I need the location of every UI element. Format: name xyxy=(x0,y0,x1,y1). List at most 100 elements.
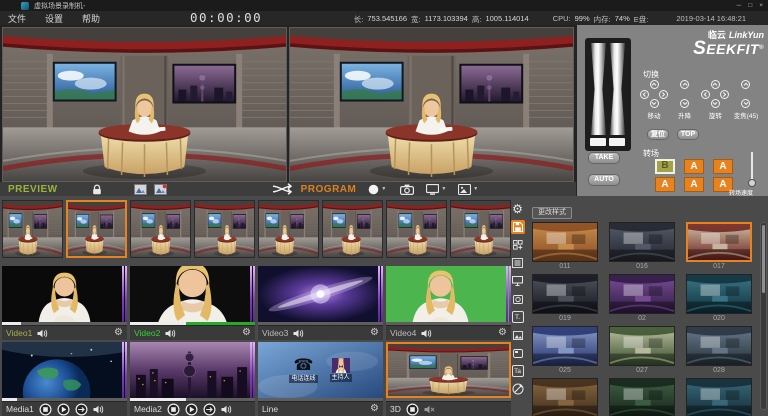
loop-button[interactable] xyxy=(203,403,216,416)
stop-button[interactable] xyxy=(406,403,419,416)
scene-thumbnail[interactable] xyxy=(686,378,752,416)
playlist-icon[interactable] xyxy=(511,256,525,270)
scene-item[interactable]: 016 xyxy=(609,222,675,274)
camera-preset-thumb[interactable] xyxy=(322,200,383,258)
media-source-cell[interactable]: Media1 xyxy=(2,342,127,416)
stop-button[interactable] xyxy=(167,403,180,416)
host-option[interactable]: 主持人 xyxy=(330,358,352,382)
speaker-icon[interactable] xyxy=(165,329,176,338)
dpad-down-button[interactable] xyxy=(741,99,750,108)
media-thumbnail[interactable] xyxy=(130,342,255,398)
slider-knob[interactable] xyxy=(748,179,756,187)
speaker-icon[interactable] xyxy=(221,405,232,414)
dpad-right-button[interactable] xyxy=(659,90,668,99)
dpad-left-button[interactable] xyxy=(640,90,649,99)
reset-button[interactable]: 复位 xyxy=(647,129,669,140)
scene-item[interactable]: 017 xyxy=(686,222,752,274)
transition-button-a-3[interactable]: A xyxy=(655,177,675,192)
title-text-icon[interactable]: T. xyxy=(511,310,525,324)
change-style-button[interactable]: 更改样式 xyxy=(532,207,572,219)
gear-icon[interactable]: ⚙ xyxy=(114,328,123,338)
camera-preset-thumb[interactable] xyxy=(450,200,511,258)
layout-add-icon[interactable] xyxy=(511,238,525,252)
scene-item[interactable] xyxy=(532,378,598,416)
scene-thumbnail[interactable] xyxy=(609,274,675,314)
transition-button-a-4[interactable]: A xyxy=(684,177,704,192)
t-bar-fader[interactable] xyxy=(585,38,631,151)
speaker-icon[interactable] xyxy=(421,329,432,338)
gear-icon[interactable]: ⚙ xyxy=(242,328,251,338)
gallery-scrollbar-thumb[interactable] xyxy=(762,225,765,293)
video-thumbnail[interactable] xyxy=(130,266,255,322)
auto-button[interactable]: AUTO xyxy=(588,174,620,186)
scene-thumbnail[interactable] xyxy=(532,326,598,366)
video-source-cell[interactable]: Video2⚙ xyxy=(130,266,255,340)
dpad-up-button[interactable] xyxy=(650,80,659,89)
settings-gear-icon[interactable]: ⚙ xyxy=(511,202,525,216)
video-source-cell[interactable]: Video3⚙ xyxy=(258,266,383,340)
scene-thumbnail[interactable] xyxy=(686,274,752,314)
minimize-button[interactable]: ─ xyxy=(737,2,742,9)
paint-icon[interactable] xyxy=(511,382,525,396)
dpad-down-button[interactable] xyxy=(650,99,659,108)
play-button[interactable] xyxy=(185,403,198,416)
image-edit-icon[interactable] xyxy=(134,184,147,195)
close-button[interactable]: × xyxy=(759,2,763,9)
speaker-icon[interactable] xyxy=(293,329,304,338)
media-thumbnail[interactable] xyxy=(2,342,127,398)
camera-preset-thumb[interactable] xyxy=(130,200,191,258)
dpad-up-button[interactable] xyxy=(680,80,689,89)
video-thumbnail[interactable] xyxy=(258,266,383,322)
transition-button-a-1[interactable]: A xyxy=(684,159,704,174)
scene-item[interactable] xyxy=(609,378,675,416)
scene-thumbnail[interactable] xyxy=(532,274,598,314)
display-icon[interactable] xyxy=(511,274,525,288)
phone-call-option[interactable]: ☎电话连线 xyxy=(289,358,317,383)
image-edit-alt-icon[interactable] xyxy=(154,184,167,195)
scene-thumbnail[interactable] xyxy=(609,222,675,262)
stop-button[interactable] xyxy=(39,403,52,416)
image-icon[interactable] xyxy=(511,328,525,342)
scene-thumbnail[interactable] xyxy=(609,378,675,416)
snapshot-icon[interactable] xyxy=(511,346,525,360)
swap-preview-program-icon[interactable] xyxy=(271,183,293,195)
gallery-scrollbar[interactable] xyxy=(760,222,767,410)
text-style-icon[interactable]: Ta xyxy=(511,364,525,378)
dpad-down-button[interactable] xyxy=(711,99,720,108)
scene-item[interactable]: 020 xyxy=(686,274,752,326)
lock-icon[interactable] xyxy=(92,184,102,195)
speaker-icon[interactable] xyxy=(93,405,104,414)
menu-settings[interactable]: 设置 xyxy=(45,12,63,25)
scene-item[interactable]: 025 xyxy=(532,326,598,378)
scene-thumbnail[interactable] xyxy=(686,222,752,262)
three-d-source-cell[interactable]: 3D xyxy=(386,342,511,416)
gear-icon[interactable]: ⚙ xyxy=(370,328,379,338)
screen-capture-icon[interactable]: ▼ xyxy=(426,184,446,195)
line-source-cell[interactable]: ☎电话连线主持人Line⚙ xyxy=(258,342,383,416)
speaker-muted-icon[interactable] xyxy=(424,405,435,414)
line-thumbnail[interactable]: ☎电话连线主持人 xyxy=(258,342,383,398)
scene-item[interactable]: 019 xyxy=(532,274,598,326)
camera-preset-thumb[interactable] xyxy=(258,200,319,258)
dpad-down-button[interactable] xyxy=(680,99,689,108)
dpad-up-button[interactable] xyxy=(741,80,750,89)
transition-button-a-2[interactable]: A xyxy=(713,159,733,174)
maximize-button[interactable]: □ xyxy=(748,2,752,9)
camera-preset-thumb[interactable] xyxy=(386,200,447,258)
speaker-icon[interactable] xyxy=(37,329,48,338)
camera-preset-thumb[interactable] xyxy=(66,200,127,258)
camera-preset-thumb[interactable] xyxy=(194,200,255,258)
three-d-thumbnail[interactable] xyxy=(386,342,511,398)
dpad-left-button[interactable] xyxy=(701,90,710,99)
snapshot-camera-icon[interactable] xyxy=(400,184,414,195)
dpad-up-button[interactable] xyxy=(711,80,720,89)
top-button[interactable]: TOP xyxy=(677,129,699,140)
take-button[interactable]: TAKE xyxy=(588,152,620,164)
record-icon[interactable]: ▼ xyxy=(368,184,386,195)
video-source-cell[interactable]: Video1⚙ xyxy=(2,266,127,340)
transition-speed-slider[interactable] xyxy=(747,152,756,188)
scene-thumbnail[interactable] xyxy=(532,222,598,262)
gear-icon[interactable]: ⚙ xyxy=(498,328,507,338)
menu-file[interactable]: 文件 xyxy=(8,12,26,25)
loop-button[interactable] xyxy=(75,403,88,416)
